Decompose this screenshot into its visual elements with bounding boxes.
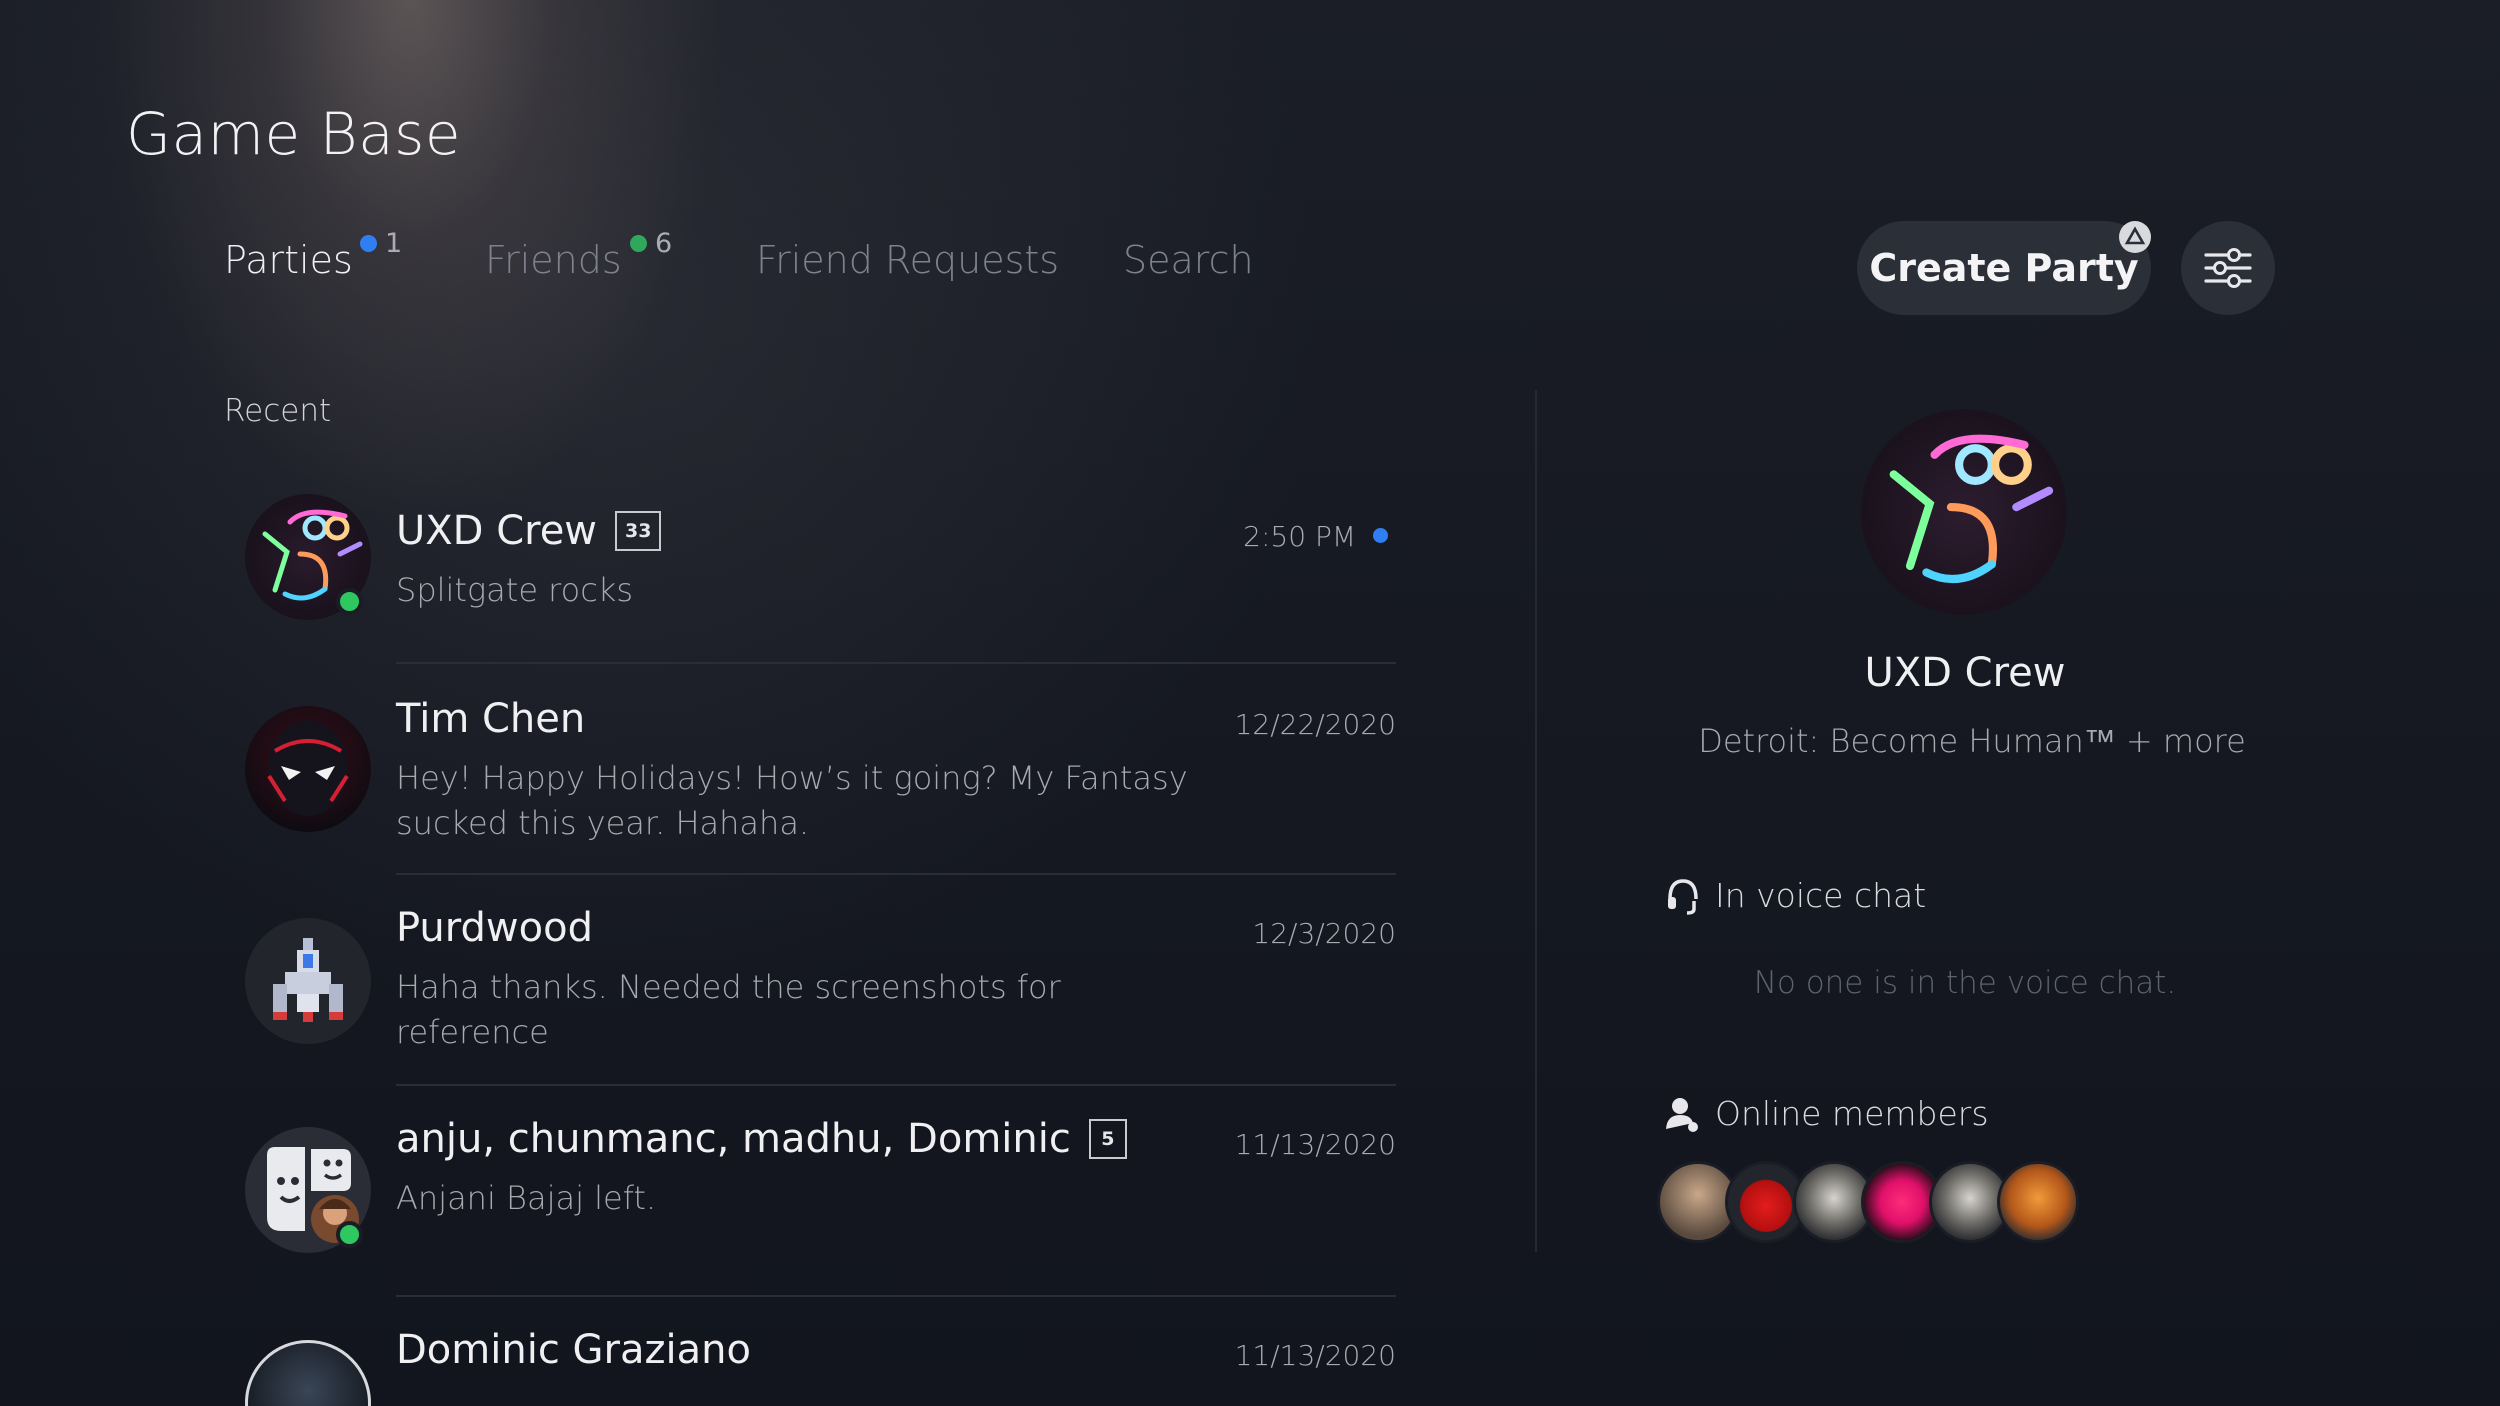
member-count-badge: 33 [615, 511, 662, 551]
filter-button[interactable] [2181, 221, 2275, 315]
sliders-icon [2204, 248, 2252, 288]
avatar [245, 706, 371, 832]
section-label-recent: Recent [224, 393, 332, 429]
tab-parties-badge: 1 [360, 228, 402, 259]
voice-chat-heading: In voice chat [1715, 876, 1927, 915]
tab-friends[interactable]: Friends [485, 238, 622, 282]
list-item[interactable]: Tim Chen Hey! Happy Holidays! How’s it g… [224, 664, 1396, 874]
row-message: Haha thanks. Needed the screenshots for … [396, 968, 1061, 1051]
list-item[interactable]: Purdwood Haha thanks. Needed the screens… [224, 875, 1396, 1085]
online-dot-icon [630, 235, 647, 252]
create-party-label: Create Party [1869, 246, 2139, 290]
member-count-badge: 5 [1088, 1119, 1127, 1159]
avatar [245, 1340, 371, 1406]
create-party-button[interactable]: Create Party [1857, 221, 2151, 315]
detail-game-name: Detroit: Become Human™ + more [1698, 722, 2246, 760]
row-title: Tim Chen [396, 696, 586, 742]
tab-friends-badge: 6 [630, 228, 672, 259]
detail-title: UXD Crew [1864, 650, 2066, 696]
panel-divider [1535, 390, 1537, 1252]
row-message: Splitgate rocks [396, 571, 633, 609]
avatar [245, 918, 371, 1044]
list-item[interactable]: UXD Crew 33 Splitgate rocks 2:50 PM [224, 478, 1396, 664]
row-title: anju, chunmanc, madhu, Dominic [396, 1116, 1071, 1162]
row-title: Purdwood [396, 905, 593, 951]
row-message: Hey! Happy Holidays! How’s it going? My … [396, 759, 1188, 842]
online-status-icon [336, 588, 363, 615]
row-title: Dominic Graziano [396, 1327, 751, 1373]
row-timestamp: 11/13/2020 [1234, 1128, 1396, 1161]
triangle-icon [2119, 221, 2151, 253]
unread-dot-icon [1373, 528, 1388, 543]
row-title: UXD Crew [396, 508, 598, 554]
row-timestamp: 12/3/2020 [1252, 917, 1396, 950]
headset-icon [1668, 878, 1698, 915]
unread-dot-icon [360, 235, 377, 252]
member-avatar[interactable] [1997, 1161, 2079, 1243]
page-title: Game Base [126, 100, 462, 168]
list-item[interactable]: anju, chunmanc, madhu, Dominic 5 Anjani … [224, 1086, 1396, 1296]
row-timestamp: 11/13/2020 [1234, 1339, 1396, 1372]
row-timestamp: 12/22/2020 [1234, 708, 1396, 741]
tab-search[interactable]: Search [1123, 238, 1254, 282]
list-item[interactable]: Dominic Graziano 11/13/2020 [224, 1297, 1396, 1406]
online-status-icon [336, 1221, 363, 1248]
tab-friend-requests[interactable]: Friend Requests [756, 238, 1059, 282]
detail-avatar [1861, 409, 2067, 615]
row-message: Anjani Bajaj left. [396, 1179, 657, 1217]
online-members-heading: Online members [1715, 1094, 1989, 1133]
tab-parties[interactable]: Parties [224, 238, 353, 282]
online-members-list[interactable] [1657, 1161, 2079, 1243]
row-timestamp: 2:50 PM [1243, 520, 1356, 553]
voice-chat-empty-note: No one is in the voice chat. [1753, 965, 2177, 1001]
person-online-icon [1666, 1097, 1698, 1132]
